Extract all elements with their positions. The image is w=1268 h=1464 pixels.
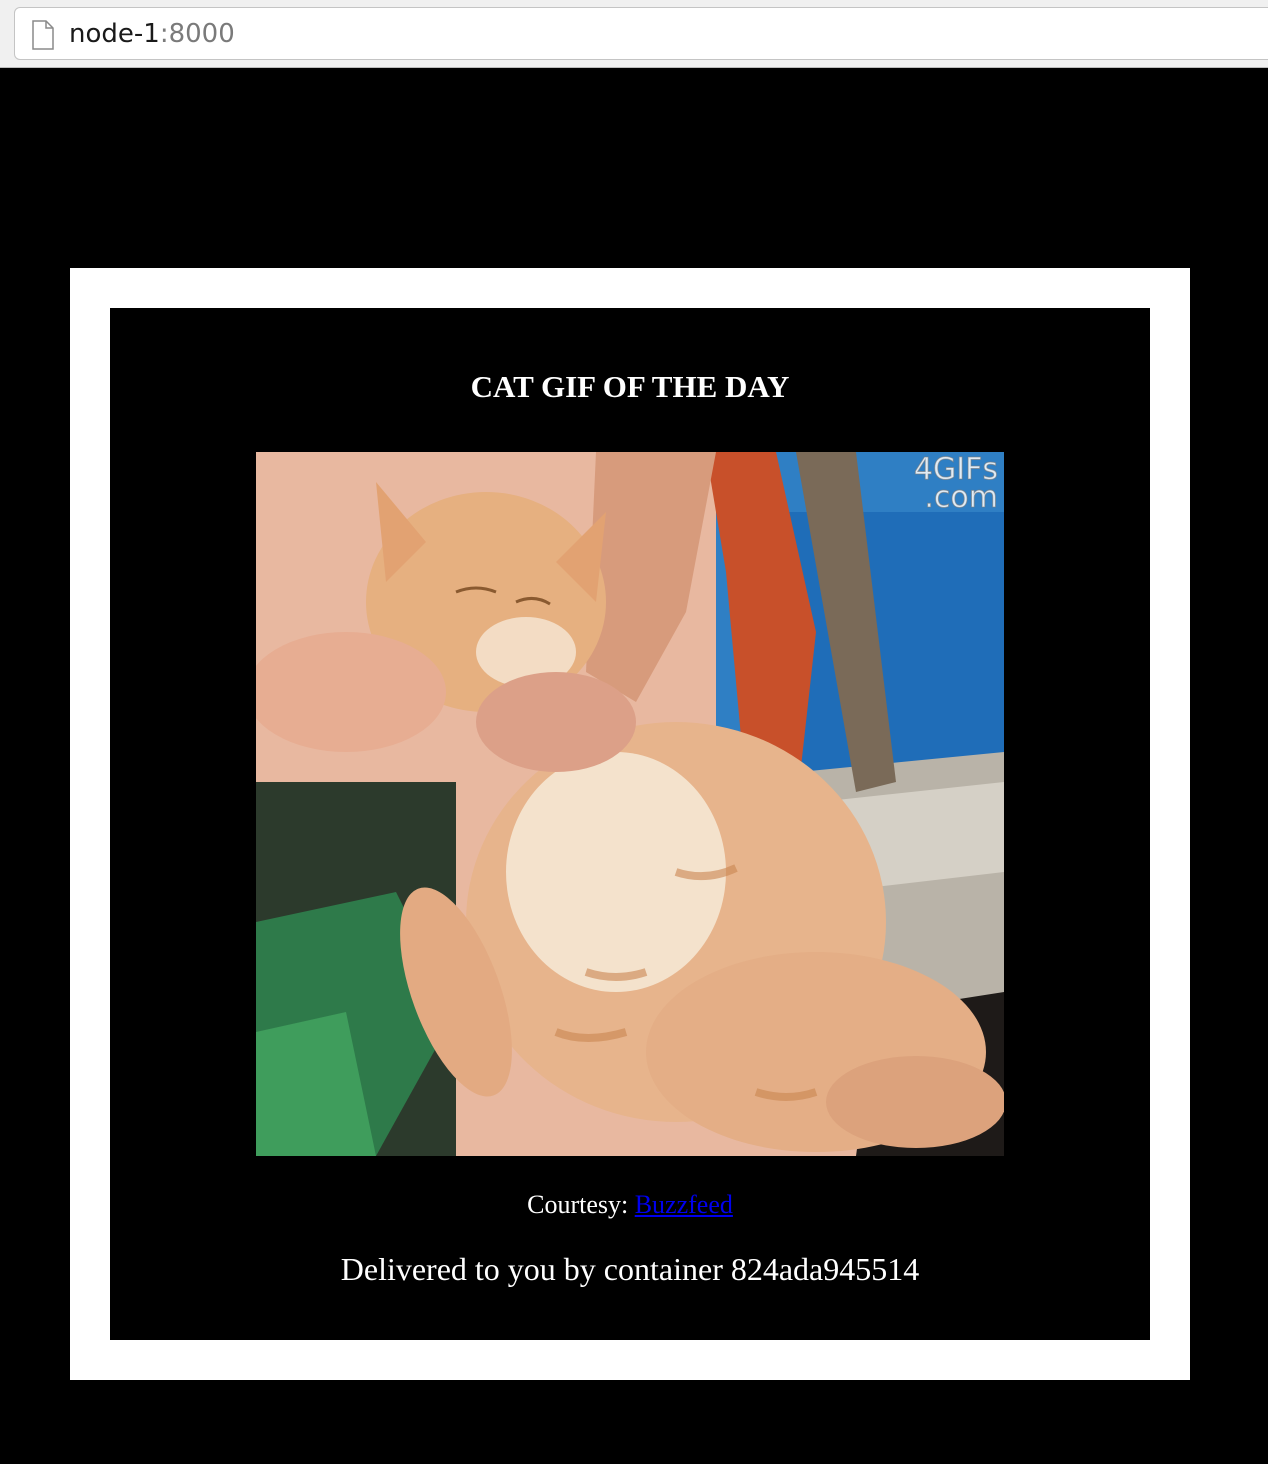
content-panel: CAT GIF OF THE DAY 4GIFs .com Courtesy: … (110, 308, 1150, 1340)
page-viewport: CAT GIF OF THE DAY 4GIFs .com Courtesy: … (0, 68, 1268, 1464)
url-text: node-1:8000 (69, 17, 235, 51)
white-frame: CAT GIF OF THE DAY 4GIFs .com Courtesy: … (70, 268, 1190, 1380)
url-host: node-1 (69, 19, 160, 49)
browser-toolbar: node-1:8000 (0, 0, 1268, 68)
gif-watermark: 4GIFs .com (913, 454, 999, 515)
page-icon (32, 20, 54, 50)
page-title: CAT GIF OF THE DAY (470, 369, 790, 404)
courtesy-label: Courtesy: (527, 1190, 635, 1219)
url-port: :8000 (159, 19, 235, 49)
address-bar[interactable]: node-1:8000 (14, 7, 1268, 60)
watermark-line2: .com (924, 480, 999, 515)
container-id-text: Delivered to you by container 824ada9455… (340, 1251, 920, 1287)
buzzfeed-link[interactable]: Buzzfeed (635, 1190, 733, 1219)
cat-gif: 4GIFs .com (256, 452, 1004, 1156)
cat-gif-illustration (256, 452, 1004, 1156)
courtesy-line: Courtesy: Buzzfeed (110, 1188, 1150, 1222)
